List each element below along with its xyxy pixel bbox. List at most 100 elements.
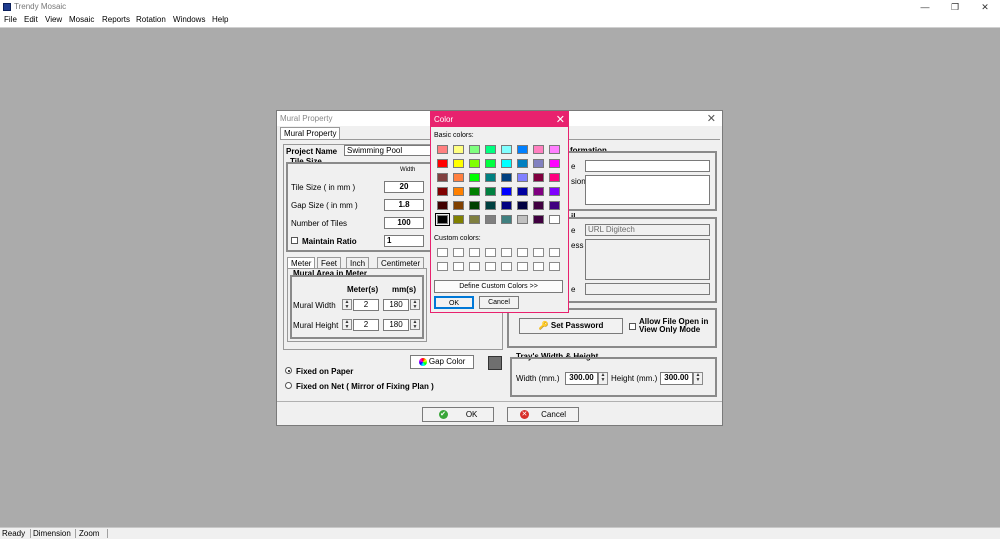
color-swatch[interactable] [549,145,560,154]
menu-reports[interactable]: Reports [102,15,130,24]
custom-color-slot[interactable] [549,262,560,271]
menu-view[interactable]: View [45,15,62,24]
color-swatch[interactable] [533,159,544,168]
tray-width-input[interactable]: 300.00 [565,372,598,385]
info-field-2[interactable] [585,175,710,205]
gap-size-input[interactable]: 1.8 [384,199,424,211]
color-swatch[interactable] [549,201,560,210]
detail-field-3[interactable] [585,283,710,295]
custom-color-slot[interactable] [485,262,496,271]
color-swatch[interactable] [485,145,496,154]
color-swatch[interactable] [485,215,496,224]
mural-width-mm-spinner[interactable]: ▲ ▼ [410,299,420,310]
restore-button[interactable]: ❐ [945,1,965,13]
menu-mosaic[interactable]: Mosaic [69,15,94,24]
color-swatch[interactable] [533,173,544,182]
tab-mural-property[interactable]: Mural Property [280,127,341,139]
maintain-ratio-input[interactable]: 1 [384,235,424,247]
color-swatch[interactable] [469,173,480,182]
url-input[interactable]: URL Digitech [585,224,710,236]
tray-height-spinner[interactable]: ▲ ▼ [693,372,703,385]
color-swatch[interactable] [517,215,528,224]
color-swatch[interactable] [469,145,480,154]
color-swatch[interactable] [469,187,480,196]
color-swatch[interactable] [549,159,560,168]
cancel-button[interactable]: ✕ Cancel [507,407,579,422]
color-swatch[interactable] [469,201,480,210]
mural-height-mm-input[interactable]: 180 [383,319,409,331]
color-swatch[interactable] [501,173,512,182]
color-swatch[interactable] [517,173,528,182]
color-swatch[interactable] [501,159,512,168]
tile-size-input[interactable]: 20 [384,181,424,193]
color-swatch[interactable] [485,159,496,168]
menu-edit[interactable]: Edit [24,15,38,24]
color-swatch[interactable] [533,145,544,154]
color-swatch[interactable] [469,215,480,224]
color-cancel-button[interactable]: Cancel [479,296,519,309]
fixed-on-net-radio[interactable] [285,382,292,389]
menu-help[interactable]: Help [212,15,228,24]
menu-windows[interactable]: Windows [173,15,205,24]
menu-rotation[interactable]: Rotation [136,15,166,24]
custom-color-slot[interactable] [485,248,496,257]
color-swatch[interactable] [517,201,528,210]
color-swatch[interactable] [549,187,560,196]
project-name-input[interactable]: Swimming Pool [344,145,440,156]
mural-width-meter-input[interactable]: 2 [353,299,379,311]
allow-file-open-checkbox[interactable] [629,323,636,330]
custom-color-slot[interactable] [501,248,512,257]
minimize-button[interactable]: — [915,1,935,13]
color-swatch[interactable] [549,173,560,182]
custom-color-slot[interactable] [469,262,480,271]
custom-color-slot[interactable] [437,248,448,257]
color-swatch[interactable] [435,213,450,226]
color-swatch[interactable] [453,145,464,154]
color-swatch[interactable] [501,145,512,154]
info-field-1[interactable] [585,160,710,172]
mural-height-mm-spinner[interactable]: ▲ ▼ [410,319,420,330]
color-swatch[interactable] [437,145,448,154]
color-swatch[interactable] [485,173,496,182]
color-swatch[interactable] [485,201,496,210]
color-swatch[interactable] [453,215,464,224]
custom-color-slot[interactable] [549,248,560,257]
set-password-button[interactable]: 🔑 Set Password [519,318,623,334]
gap-color-button[interactable]: Gap Color [410,355,474,369]
mural-width-mm-input[interactable]: 180 [383,299,409,311]
color-ok-button[interactable]: OK [434,296,474,309]
menu-file[interactable]: File [4,15,17,24]
custom-color-slot[interactable] [517,248,528,257]
tray-height-input[interactable]: 300.00 [660,372,693,385]
address-input[interactable] [585,239,710,280]
custom-color-slot[interactable] [453,262,464,271]
color-swatch[interactable] [533,187,544,196]
color-swatch[interactable] [517,187,528,196]
color-swatch[interactable] [549,215,560,224]
color-swatch[interactable] [533,201,544,210]
color-swatch[interactable] [501,201,512,210]
color-swatch[interactable] [437,201,448,210]
color-swatch[interactable] [437,187,448,196]
color-swatch[interactable] [469,159,480,168]
color-dialog-close-icon[interactable]: ✕ [556,113,565,126]
custom-color-slot[interactable] [501,262,512,271]
close-button[interactable]: ✕ [975,1,995,13]
mural-width-meter-spinner[interactable]: ▲ ▼ [342,299,352,310]
color-swatch[interactable] [501,215,512,224]
custom-color-slot[interactable] [533,262,544,271]
mural-height-meter-spinner[interactable]: ▲ ▼ [342,319,352,330]
mural-dialog-close-icon[interactable]: ✕ [707,112,716,125]
custom-color-slot[interactable] [437,262,448,271]
define-custom-colors-button[interactable]: Define Custom Colors >> [434,280,563,293]
color-swatch[interactable] [453,201,464,210]
fixed-on-paper-radio[interactable] [285,367,292,374]
color-swatch[interactable] [453,187,464,196]
custom-color-slot[interactable] [533,248,544,257]
color-swatch[interactable] [517,145,528,154]
color-swatch[interactable] [485,187,496,196]
custom-color-slot[interactable] [453,248,464,257]
mural-height-meter-input[interactable]: 2 [353,319,379,331]
ok-button[interactable]: ✔ OK [422,407,494,422]
gap-color-swatch[interactable] [488,356,502,370]
